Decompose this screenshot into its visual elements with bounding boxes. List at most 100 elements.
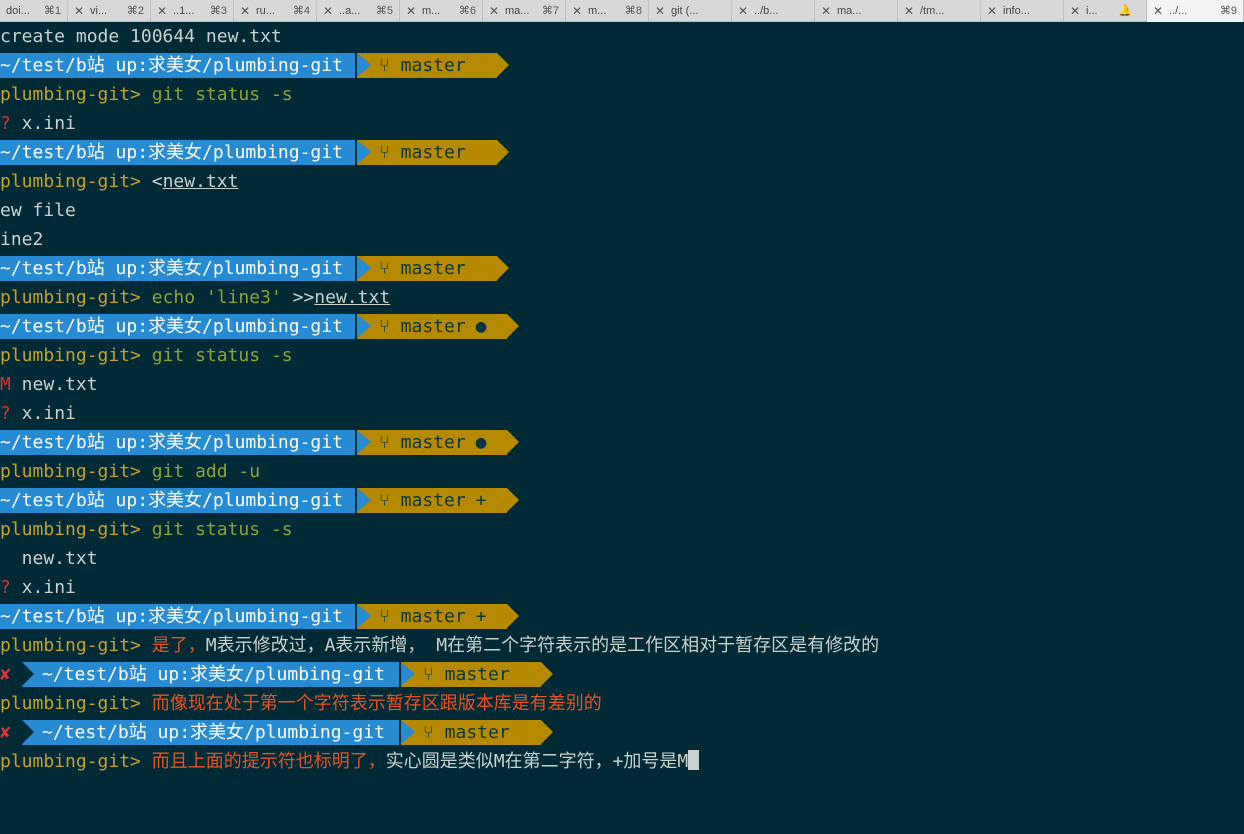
prompt-path: ~/test/b站 up:求美女/plumbing-git — [0, 604, 355, 629]
terminal-tab[interactable]: ✕ info... — [981, 0, 1064, 22]
terminal-tab[interactable]: ✕ ..a... ⌘5 — [317, 0, 400, 22]
git-branch-icon: ⑂ — [379, 55, 401, 76]
file-name: new.txt — [0, 548, 98, 569]
terminal-tab[interactable]: ✕ git (... — [649, 0, 732, 22]
comment-text: 而像现在处于第一个字符表示暂存区跟版本库是有差别的 — [151, 693, 602, 714]
terminal-line: ew file — [0, 196, 1244, 225]
terminal-tab[interactable]: ✕ /tm... — [898, 0, 981, 22]
close-tab-icon[interactable]: ✕ — [404, 0, 418, 22]
file-name: x.ini — [10, 113, 76, 134]
output-text: create mode 100644 new.txt — [0, 26, 282, 47]
terminal-tab[interactable]: ✕ ../... ⌘9 — [1147, 0, 1244, 22]
prompt-branch-segment: ⑂ master — [401, 720, 541, 745]
prompt-path: ~/test/b站 up:求美女/plumbing-git — [0, 430, 355, 455]
terminal-line: new.txt — [0, 544, 1244, 573]
terminal-line: ? x.ini — [0, 399, 1244, 428]
terminal-tab[interactable]: ✕ ../b... — [732, 0, 815, 22]
branch-name: master — [400, 142, 466, 163]
comment-text: 实心圆是类似M在第二字符，+加号是M — [385, 751, 689, 772]
prompt-path: ~/test/b站 up:求美女/plumbing-git — [0, 140, 355, 165]
tab-title: /tm... — [920, 5, 945, 17]
branch-name: master — [444, 664, 510, 685]
bell-icon: 🔔 — [1118, 5, 1132, 17]
comment-text: 是了， — [151, 635, 206, 656]
close-tab-icon[interactable]: ✕ — [1068, 0, 1082, 22]
branch-name: master — [400, 258, 466, 279]
command-line: plumbing-git> git status -s — [0, 80, 1244, 109]
command-text: git status -s — [151, 84, 293, 105]
close-tab-icon[interactable]: ✕ — [1151, 0, 1165, 22]
status-mark: ? — [0, 403, 11, 424]
tab-title: ru... — [256, 5, 275, 17]
prompt-label: plumbing-git> — [0, 287, 141, 308]
tab-shortcut: ⌘3 — [209, 5, 227, 17]
terminal-tab[interactable]: ✕ vi... ⌘2 — [68, 0, 151, 22]
tab-title: ma... — [505, 5, 530, 17]
close-tab-icon[interactable]: ✕ — [155, 0, 169, 22]
terminal-line: create mode 100644 new.txt — [0, 22, 1244, 51]
git-branch-icon: ⑂ — [423, 664, 445, 685]
command-line: plumbing-git> 是了，M表示修改过，A表示新增， M在第二个字符表示… — [0, 631, 1244, 660]
redirect-operator: >> — [281, 287, 315, 308]
text-cursor — [688, 750, 700, 770]
terminal-output[interactable]: create mode 100644 new.txt ~/test/b站 up:… — [0, 22, 1244, 776]
close-tab-icon[interactable]: ✕ — [238, 0, 252, 22]
prompt-path: ~/test/b站 up:求美女/plumbing-git — [22, 720, 399, 745]
dirty-status-icon: ● — [475, 316, 487, 337]
status-mark: ? — [0, 577, 11, 598]
branch-name: master — [400, 55, 466, 76]
git-branch-icon: ⑂ — [379, 258, 401, 279]
powerline-prompt: ~/test/b站 up:求美女/plumbing-git ⑂ master — [0, 51, 1244, 80]
tab-title: info... — [1003, 5, 1030, 17]
staged-status-icon: + — [475, 606, 487, 627]
prompt-label: plumbing-git> — [0, 171, 141, 192]
terminal-tab[interactable]: ✕ ma... — [815, 0, 898, 22]
close-tab-icon[interactable]: ✕ — [653, 0, 667, 22]
output-text: ine2 — [0, 229, 44, 250]
prompt-label: plumbing-git> — [0, 519, 141, 540]
prompt-label: plumbing-git> — [0, 693, 141, 714]
command-line: plumbing-git> 而且上面的提示符也标明了，实心圆是类似M在第二字符，… — [0, 747, 1244, 776]
command-text: git status -s — [151, 519, 293, 540]
close-tab-icon[interactable]: ✕ — [72, 0, 86, 22]
terminal-tab[interactable]: ✕ ma... ⌘7 — [483, 0, 566, 22]
close-tab-icon[interactable]: ✕ — [902, 0, 916, 22]
file-name: new.txt — [314, 287, 391, 308]
tab-title: i... — [1086, 5, 1098, 17]
command-line: plumbing-git> 而像现在处于第一个字符表示暂存区跟版本库是有差别的 — [0, 689, 1244, 718]
close-tab-icon[interactable]: ✕ — [570, 0, 584, 22]
command-line: plumbing-git> git status -s — [0, 515, 1244, 544]
terminal-tab[interactable]: ✕ m... ⌘8 — [566, 0, 649, 22]
git-branch-icon: ⑂ — [379, 432, 401, 453]
file-name: new.txt — [10, 374, 98, 395]
terminal-tab[interactable]: ✕ m... ⌘6 — [400, 0, 483, 22]
terminal-tab[interactable]: ✕ ru... ⌘4 — [234, 0, 317, 22]
close-tab-icon[interactable]: ✕ — [985, 0, 999, 22]
prompt-path: ~/test/b站 up:求美女/plumbing-git — [0, 256, 355, 281]
terminal-tab[interactable]: ✕ i... 🔔 — [1064, 0, 1147, 22]
command-line: plumbing-git> git add -u — [0, 457, 1244, 486]
prompt-path: ~/test/b站 up:求美女/plumbing-git — [0, 314, 355, 339]
tab-title: ma... — [837, 5, 862, 17]
powerline-prompt: ~/test/b站 up:求美女/plumbing-git ⑂ master + — [0, 486, 1244, 515]
close-tab-icon[interactable]: ✕ — [819, 0, 833, 22]
tab-shortcut: ⌘9 — [1219, 5, 1237, 17]
terminal-line: M new.txt — [0, 370, 1244, 399]
tab-title: ../b... — [754, 5, 779, 17]
powerline-prompt: ~/test/b站 up:求美女/plumbing-git ⑂ master — [0, 138, 1244, 167]
close-tab-icon[interactable]: ✕ — [487, 0, 501, 22]
close-tab-icon[interactable]: ✕ — [321, 0, 335, 22]
powerline-prompt: ~/test/b站 up:求美女/plumbing-git ⑂ master — [0, 254, 1244, 283]
tab-title: vi... — [90, 5, 108, 17]
command-text: echo 'line3' — [151, 287, 282, 308]
powerline-prompt: ✘ ~/test/b站 up:求美女/plumbing-git ⑂ master — [0, 660, 1244, 689]
terminal-tab[interactable]: ✕ ..1... ⌘3 — [151, 0, 234, 22]
prompt-label: plumbing-git> — [0, 635, 141, 656]
close-tab-icon[interactable]: ✕ — [736, 0, 750, 22]
tab-shortcut: ⌘1 — [43, 5, 61, 17]
prompt-branch-segment: ⑂ master + — [357, 604, 507, 629]
prompt-label: plumbing-git> — [0, 84, 141, 105]
branch-name: master — [400, 432, 466, 453]
terminal-tab[interactable]: doi... ⌘1 — [0, 0, 68, 22]
prompt-path: ~/test/b站 up:求美女/plumbing-git — [0, 53, 355, 78]
